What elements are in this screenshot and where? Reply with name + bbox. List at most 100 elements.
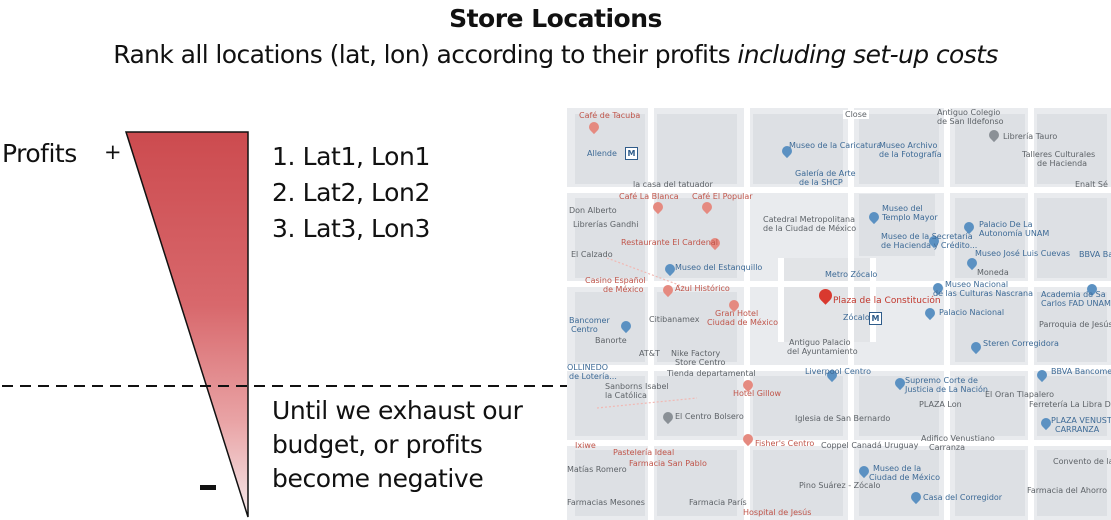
map-poi-label: Academia de Sa [1041,290,1106,299]
map-poi-label: Iglesia de San Bernardo [795,414,891,423]
map-poi-label: del Ayuntamiento [787,347,858,356]
map-poi-label: Coppel Canadá Uruguay [821,441,919,450]
map-poi-label: Museo Nacional [945,280,1009,289]
map-poi-label: de Hacienda y Crédito... [881,241,978,250]
map-poi-label: Parroquia de Jesús María [1039,320,1111,329]
map-poi-label: Matías Romero [567,465,627,474]
map-poi-label: Museo de la Caricatura [789,141,882,150]
map-poi-label: El Centro Bolsero [675,412,744,421]
map-poi-label: El Calzado [571,250,613,259]
map-poi-label: Liverpool Centro [805,367,871,376]
map-poi-label: Museo del Estanquillo [675,263,763,272]
map-poi-label: Moneda [977,268,1009,277]
ranking-item: 1. Lat1, Lon1 [272,142,430,171]
map-poi-label: Templo Mayor [882,213,938,222]
map-poi-label: CARRANZA [1055,425,1100,434]
map-poi-label: de la Fotografía [879,150,942,159]
map-poi-label: Fisher's Centro [755,439,815,448]
map-poi-label: Carranza [929,443,965,452]
map-poi-label: Don Alberto [569,206,617,215]
street-map[interactable]: Close Café de Tacuba Antiguo Colegio de … [567,108,1111,520]
profits-low-sign [200,485,216,490]
map-poi-label: Restaurante El Cardenal [621,238,718,247]
map-poi-label: de Lotería... [569,372,617,381]
map-poi-label: Café El Popular [692,192,753,201]
map-poi-label: Sanborns Isabel [605,382,669,391]
ranking-item: 3. Lat3, Lon3 [272,214,430,243]
map-poi-label: Enalt Sé [1075,180,1108,189]
map-poi-label: Farmacia del Ahorro [1027,486,1108,495]
map-poi-label: Talleres Culturales [1022,150,1096,159]
road-label: Close [843,110,869,119]
map-poi-label: Justicia de La Nación [905,385,988,394]
map-poi-label: de Hacienda [1037,159,1088,168]
map-poi-label: la casa del tatuador [633,180,713,189]
metro-station-icon[interactable]: M [869,312,882,325]
map-poi-label: AT&T [639,349,660,358]
profits-axis-label: Profits [2,139,77,168]
map-poi-label: Ciudad de México [707,318,778,327]
profits-high-sign: + [104,140,122,164]
map-poi-label: Pino Suárez - Zócalo [799,481,881,490]
map-poi-label: la Católica [605,391,647,400]
map-poi-label: Galería de Arte [795,169,856,178]
map-poi-label: Store Centro [675,358,726,367]
map-poi-label: Citibanamex [649,315,700,324]
map-poi-label: Museo de la Secretaría [881,232,973,241]
map-poi-label: Centro [571,325,598,334]
map-poi-label: Hospital de Jesús [743,508,812,517]
highlighted-place-label: Plaza de la Constitución [833,296,941,306]
map-poi-label: Catedral Metropolitana [763,215,855,224]
map-poi-label: Palacio De La [979,220,1033,229]
map-poi-label: de la SHCP [799,178,843,187]
map-poi-label: Metro Zócalo [825,270,878,279]
map-poi-label: Farmacias Mesones [567,498,645,507]
map-poi-label: Tienda departamental [667,369,756,378]
map-poi-label: Casino Español [585,276,646,285]
cutoff-note-line: become negative [272,464,484,493]
map-poi-label: Convento de la M [1053,457,1111,466]
map-poi-label: Museo del [882,204,923,213]
map-poi-label: de la Ciudad de México [763,224,857,233]
cutoff-note-line: budget, or profits [272,430,483,459]
map-poi-label: Ixiwe [575,441,596,450]
ranking-item: 2. Lat2, Lon2 [272,178,430,207]
map-poi-label: Farmacia París [689,498,747,507]
map-poi-label: de México [603,285,644,294]
map-poi-label: Ferretería La Libra De [1029,400,1111,409]
map-poi-label: Farmacia San Pablo [629,459,707,468]
map-poi-label: Zócalo [843,313,870,322]
map-poi-label: BBVA Bancomer [1051,367,1111,376]
map-poi-label: Casa del Corregidor [923,493,1003,502]
profit-triangle [124,131,249,518]
map-poi-label: PLAZA VENUSTIANO [1051,416,1111,425]
map-poi-label: Banorte [595,336,627,345]
map-poi-label: Antiguo Colegio [937,108,1001,117]
map-poi-label: Nike Factory [671,349,721,358]
map-poi-label: de las Culturas Nascrana [933,289,1033,298]
map-poi-label: Hotel Gillow [733,389,782,398]
map-poi-label: Café de Tacuba [579,111,641,120]
map-poi-label: Librerías Gandhi [573,220,639,229]
metro-station-icon[interactable]: M [625,147,638,160]
map-poi-label: Museo Archivo [879,141,938,150]
map-poi-label: El Oran Tlapalero [985,390,1055,399]
map-poi-label: Pastelería Ideal [613,448,675,457]
map-poi-label: Café La Blanca [619,192,679,201]
cutoff-note-line: Until we exhaust our [272,396,523,425]
budget-cutoff-note: Until we exhaust our budget, or profits … [272,394,572,496]
map-poi-label: Allende [587,149,617,158]
location-ranking-list: 1. Lat1, Lon1 2. Lat2, Lon2 3. Lat3, Lon… [272,140,430,248]
map-poi-label: Azul Histórico [675,284,730,293]
map-poi-label: Gran Hotel [715,309,759,318]
map-poi-label: Librería Tauro [1003,132,1058,141]
map-poi-label: Autonomía UNAM [979,229,1050,238]
map-poi-label: Antiguo Palacio [789,338,851,347]
map-poi-label: Adifico Venustiano [921,434,995,443]
map-poi-label: Museo José Luis Cuevas [975,249,1071,258]
map-poi-label: PLAZA Lon [919,400,962,409]
map-poi-label: Museo de la [873,464,922,473]
map-poi-label: Supremo Corte de [905,376,978,385]
map-poi-label: Bancomer [569,316,610,325]
map-poi-label: Steren Corregidora [983,339,1059,348]
